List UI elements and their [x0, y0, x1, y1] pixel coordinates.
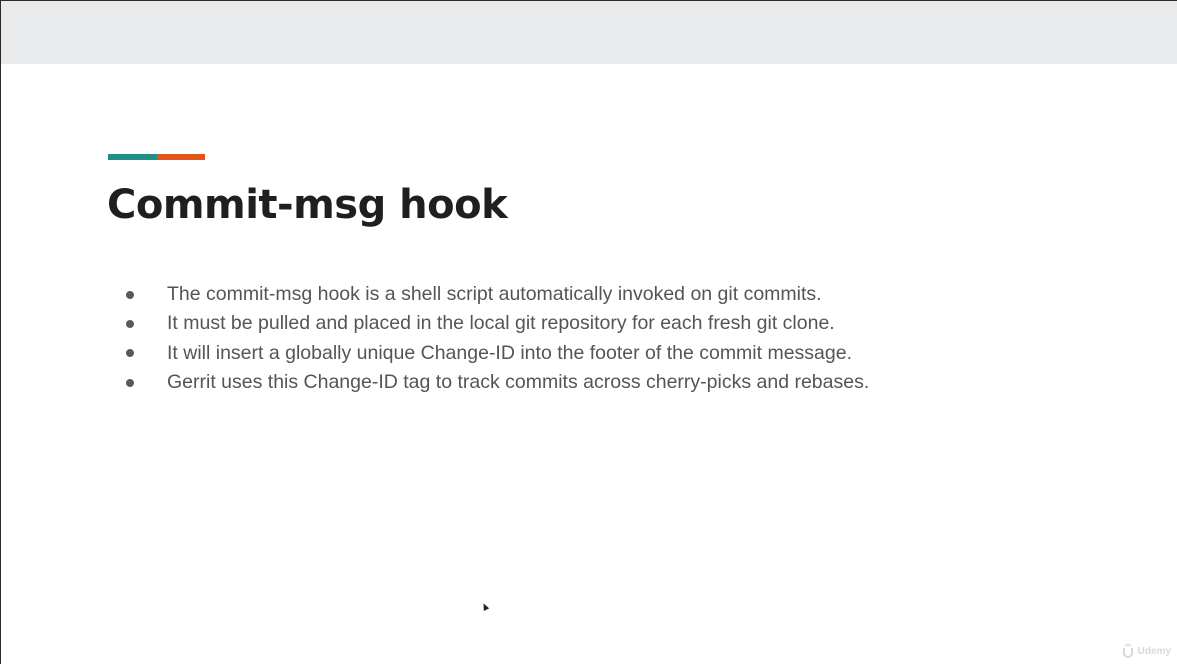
- bullet-item: It must be pulled and placed in the loca…: [123, 309, 869, 338]
- bullet-text: Gerrit uses this Change-ID tag to track …: [167, 371, 870, 394]
- slide-title: Commit-msg hook: [107, 182, 508, 228]
- bullet-dot-icon: [126, 290, 134, 299]
- bullet-item: It will insert a globally unique Change-…: [123, 339, 869, 368]
- udemy-watermark: Udemy: [1121, 644, 1171, 658]
- bullet-text: It will insert a globally unique Change-…: [167, 341, 853, 364]
- slide: Commit-msg hook The commit-msg hook is a…: [1, 64, 1177, 664]
- bullet-item: Gerrit uses this Change-ID tag to track …: [123, 368, 869, 397]
- bullet-list: The commit-msg hook is a shell script au…: [123, 280, 869, 397]
- bullet-dot-icon: [126, 378, 134, 387]
- bullet-dot-icon: [126, 319, 134, 328]
- bullet-dot-icon: [126, 349, 134, 358]
- top-bar: [1, 0, 1177, 64]
- udemy-logo-icon: [1122, 644, 1133, 658]
- bullet-text: It must be pulled and placed in the loca…: [167, 312, 835, 335]
- accent-bar: [108, 154, 205, 160]
- watermark-text: Udemy: [1137, 645, 1171, 657]
- screen: Commit-msg hook The commit-msg hook is a…: [0, 0, 1177, 664]
- accent-bar-orange: [157, 154, 205, 160]
- bullet-item: The commit-msg hook is a shell script au…: [123, 280, 869, 309]
- bullet-text: The commit-msg hook is a shell script au…: [167, 283, 822, 306]
- accent-bar-teal: [108, 154, 157, 160]
